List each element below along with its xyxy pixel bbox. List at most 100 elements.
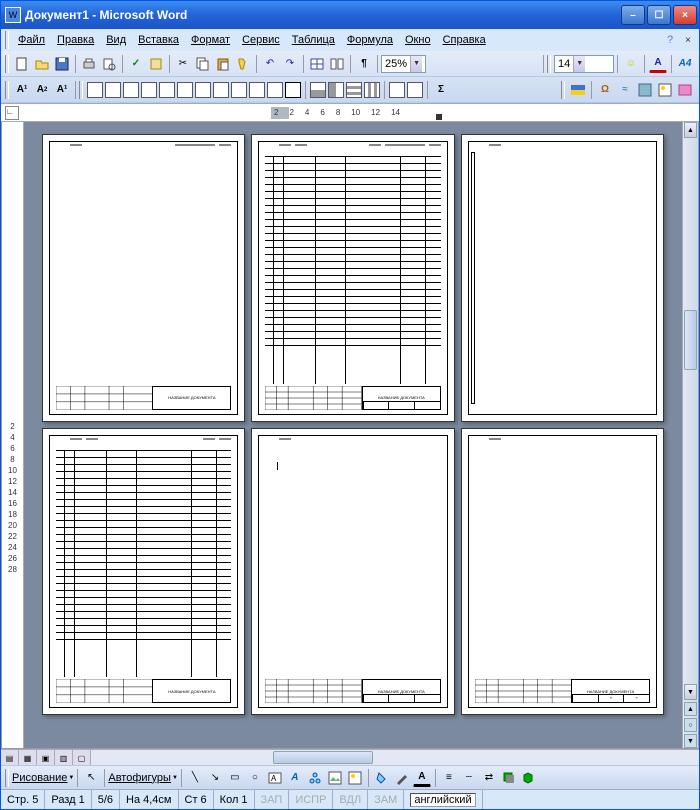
- columns-icon[interactable]: [328, 55, 346, 73]
- clipart-icon[interactable]: [326, 769, 344, 787]
- oval-icon[interactable]: ○: [246, 769, 264, 787]
- font-color-icon[interactable]: A: [649, 55, 667, 73]
- border-icon[interactable]: [267, 82, 283, 98]
- save-icon[interactable]: [53, 55, 71, 73]
- table-style-icon[interactable]: [328, 82, 344, 98]
- vertical-ruler[interactable]: 24 68 1012 1416 1820 2224 2628: [2, 122, 24, 748]
- cut-icon[interactable]: ✂: [174, 55, 192, 73]
- next-page-button[interactable]: ▼: [684, 734, 697, 748]
- border-icon[interactable]: [213, 82, 229, 98]
- zoom-combo[interactable]: 25%▼: [381, 55, 426, 73]
- select-browse-object[interactable]: ○: [684, 718, 697, 732]
- status-rec[interactable]: ЗАП: [255, 790, 290, 809]
- scroll-up-icon[interactable]: ▲: [684, 122, 697, 138]
- open-icon[interactable]: [33, 55, 51, 73]
- menu-service[interactable]: Сервис: [236, 32, 286, 48]
- toolbar-grip[interactable]: [5, 81, 9, 99]
- document-area[interactable]: НАЗВАНИЕ ДОКУМЕНТА НАЗВАНИЕ ДОКУМЕНТА: [24, 122, 682, 748]
- status-ovr[interactable]: ЗАМ: [368, 790, 404, 809]
- textbox-icon[interactable]: A: [266, 769, 284, 787]
- new-doc-icon[interactable]: [13, 55, 31, 73]
- outline-view-button[interactable]: ▥: [55, 750, 73, 766]
- table-icon[interactable]: [308, 55, 326, 73]
- border-icon[interactable]: [195, 82, 211, 98]
- page[interactable]: НАЗВАНИЕ ДОКУМЕНТА: [251, 134, 454, 422]
- object-icon[interactable]: [676, 81, 694, 99]
- vertical-scrollbar[interactable]: ▲ ▼ ▲ ○ ▼: [682, 122, 698, 748]
- toolbar-grip[interactable]: [5, 55, 9, 73]
- paste-icon[interactable]: [214, 55, 232, 73]
- autoshapes-menu[interactable]: Автофигуры▼: [108, 772, 178, 784]
- maximize-button[interactable]: ☐: [647, 5, 671, 25]
- arrow-icon[interactable]: ↘: [206, 769, 224, 787]
- superscript-icon[interactable]: A¹: [13, 81, 31, 99]
- picture-icon[interactable]: [656, 81, 674, 99]
- chart-icon[interactable]: [636, 81, 654, 99]
- scrollbar-thumb[interactable]: [684, 310, 697, 370]
- wordart-icon[interactable]: A: [286, 769, 304, 787]
- omega-icon[interactable]: Ω: [596, 81, 614, 99]
- toolbar-grip[interactable]: [561, 81, 565, 99]
- border-icon[interactable]: [159, 82, 175, 98]
- border-icon[interactable]: [231, 82, 247, 98]
- menu-insert[interactable]: Вставка: [132, 32, 185, 48]
- page[interactable]: НАЗВАНИЕ ДОКУМЕНТА««: [461, 428, 664, 716]
- copy-icon[interactable]: [194, 55, 212, 73]
- undo-icon[interactable]: ↶: [261, 55, 279, 73]
- toolbar-grip[interactable]: [547, 55, 551, 73]
- symbol-icon[interactable]: ≈: [616, 81, 634, 99]
- line-style-icon[interactable]: ≡: [440, 769, 458, 787]
- arrow-style-icon[interactable]: ⇄: [480, 769, 498, 787]
- doc-close-button[interactable]: ×: [681, 33, 695, 47]
- menu-table[interactable]: Таблица: [286, 32, 341, 48]
- scroll-down-icon[interactable]: ▼: [684, 684, 697, 700]
- page[interactable]: [461, 134, 664, 422]
- print-preview-icon[interactable]: [100, 55, 118, 73]
- close-button[interactable]: ×: [673, 5, 697, 25]
- print-view-button[interactable]: ▣: [37, 750, 55, 766]
- menu-format[interactable]: Формат: [185, 32, 236, 48]
- shadow-icon[interactable]: [500, 769, 518, 787]
- font-color-draw-icon[interactable]: A: [413, 769, 431, 787]
- autosum-icon[interactable]: Σ: [432, 81, 450, 99]
- toolbar-grip[interactable]: [79, 81, 83, 99]
- tab-stop[interactable]: [436, 114, 442, 120]
- border-icon[interactable]: [123, 82, 139, 98]
- reading-view-button[interactable]: ▢: [73, 750, 91, 766]
- 3d-icon[interactable]: [520, 769, 538, 787]
- normal-view-button[interactable]: ▤: [1, 750, 19, 766]
- status-language[interactable]: английский: [404, 790, 482, 809]
- research-icon[interactable]: [147, 55, 165, 73]
- spellcheck-icon[interactable]: ✓: [127, 55, 145, 73]
- border-icon[interactable]: [285, 82, 301, 98]
- status-trk[interactable]: ИСПР: [289, 790, 333, 809]
- menu-window[interactable]: Окно: [399, 32, 437, 48]
- normal-icon[interactable]: A2: [33, 81, 51, 99]
- border-icon[interactable]: [105, 82, 121, 98]
- line-icon[interactable]: ╲: [186, 769, 204, 787]
- page[interactable]: НАЗВАНИЕ ДОКУМЕНТА: [42, 134, 245, 422]
- horizontal-scrollbar[interactable]: [91, 750, 699, 765]
- paragraph-mark-icon[interactable]: ¶: [355, 55, 373, 73]
- menu-file[interactable]: Файл: [12, 32, 51, 48]
- border-icon[interactable]: [249, 82, 265, 98]
- flag-icon[interactable]: [569, 81, 587, 99]
- fill-color-icon[interactable]: [373, 769, 391, 787]
- border-icon[interactable]: [141, 82, 157, 98]
- menu-view[interactable]: Вид: [100, 32, 132, 48]
- format-painter-icon[interactable]: [234, 55, 252, 73]
- table-style-icon[interactable]: [310, 82, 326, 98]
- horizontal-ruler[interactable]: ∟ 2 2 4 6 8 10 12 14: [1, 104, 699, 122]
- table-style-icon[interactable]: [346, 82, 362, 98]
- prev-page-button[interactable]: ▲: [684, 702, 697, 716]
- status-ext[interactable]: ВДЛ: [333, 790, 368, 809]
- highlight-icon[interactable]: А4: [676, 55, 694, 73]
- toolbar-grip[interactable]: [5, 31, 9, 49]
- redo-icon[interactable]: ↷: [281, 55, 299, 73]
- align-icon[interactable]: [389, 82, 405, 98]
- toolbar-grip[interactable]: [5, 769, 9, 787]
- align-icon[interactable]: [407, 82, 423, 98]
- diagram-icon[interactable]: [306, 769, 324, 787]
- menu-formula[interactable]: Формула: [341, 32, 399, 48]
- table-style-icon[interactable]: [364, 82, 380, 98]
